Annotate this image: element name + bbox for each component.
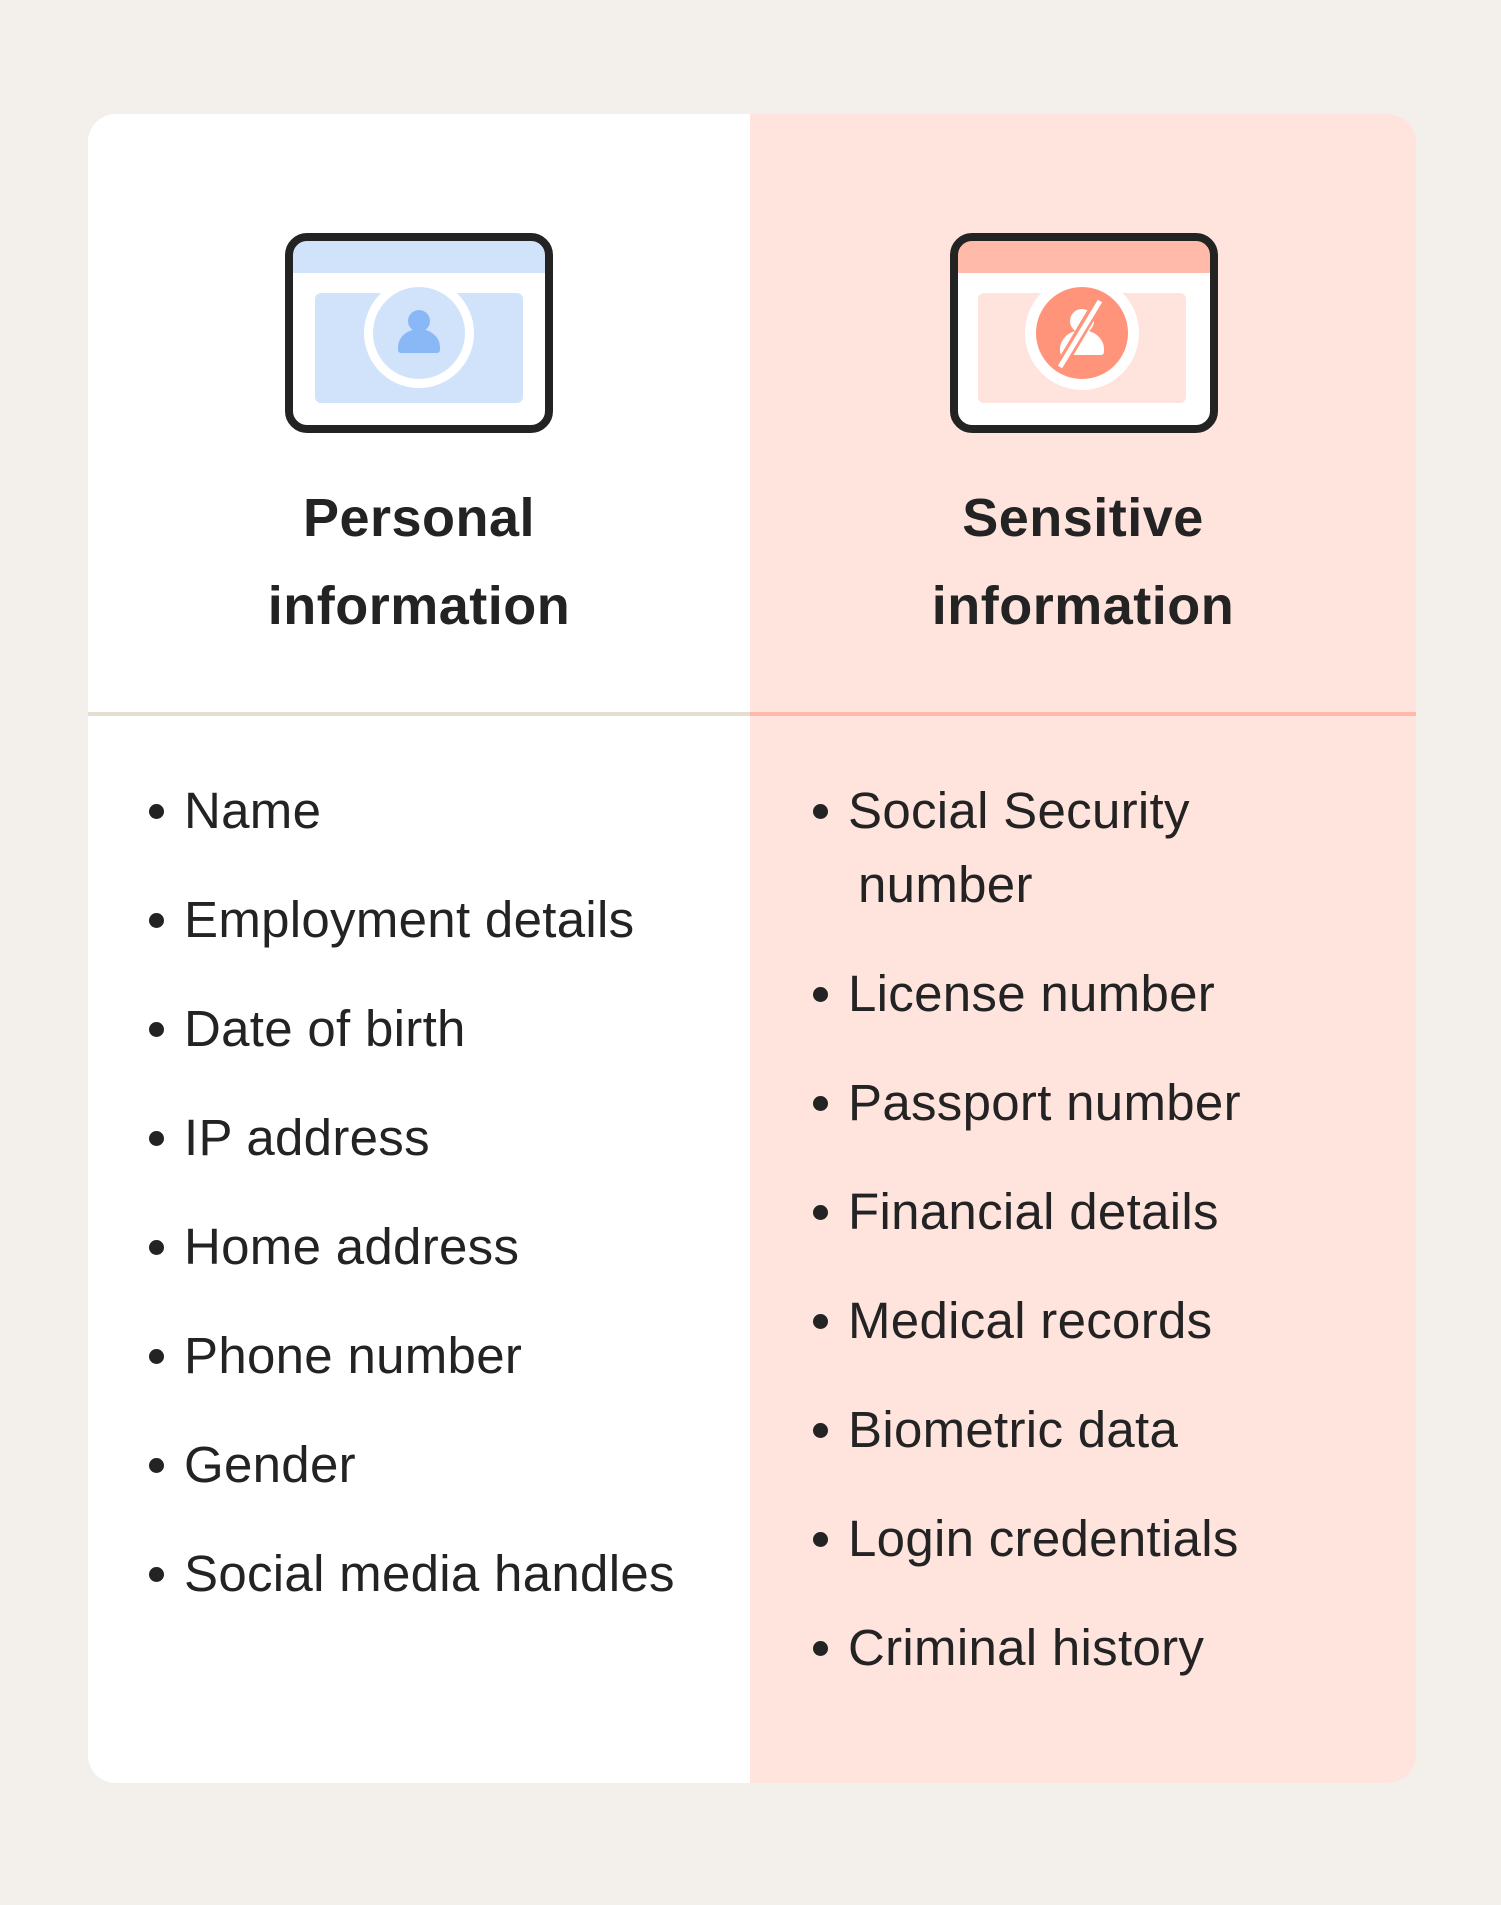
list-item: Biometric data bbox=[810, 1393, 1330, 1467]
heading-line-2: information bbox=[931, 576, 1235, 636]
heading-line-2: information bbox=[267, 576, 571, 636]
bullet-icon bbox=[149, 1240, 164, 1255]
personal-information-heading: Personal information bbox=[88, 474, 750, 650]
list-item: Criminal history bbox=[810, 1611, 1330, 1685]
list-item: Medical records bbox=[810, 1284, 1330, 1358]
bullet-icon bbox=[813, 1314, 828, 1329]
bullet-icon bbox=[813, 1423, 828, 1438]
list-item: Gender bbox=[146, 1428, 675, 1502]
list-item: Passport number bbox=[810, 1066, 1330, 1140]
bullet-icon bbox=[149, 1567, 164, 1582]
sensitive-information-heading: Sensitive information bbox=[750, 474, 1416, 650]
list-item: License number bbox=[810, 957, 1330, 1031]
bullet-icon bbox=[813, 987, 828, 1002]
list-item: Social Security number bbox=[810, 774, 1330, 922]
section-divider bbox=[88, 712, 750, 716]
heading-line-1: Sensitive bbox=[962, 488, 1204, 548]
list-item: Financial details bbox=[810, 1175, 1330, 1249]
list-item: IP address bbox=[146, 1101, 675, 1175]
user-id-card-icon bbox=[285, 233, 553, 433]
bullet-icon bbox=[149, 1458, 164, 1473]
bullet-icon bbox=[813, 1641, 828, 1656]
bullet-icon bbox=[813, 1205, 828, 1220]
list-item: Social media handles bbox=[146, 1537, 675, 1611]
bullet-icon bbox=[149, 1131, 164, 1146]
bullet-icon bbox=[149, 913, 164, 928]
list-item: Phone number bbox=[146, 1319, 675, 1393]
comparison-card: Personal information Name Employment det… bbox=[88, 114, 1416, 1783]
personal-information-list: Name Employment details Date of birth IP… bbox=[146, 774, 675, 1646]
sensitive-information-column: Sensitive information Social Security num… bbox=[750, 114, 1416, 1783]
list-item: Date of birth bbox=[146, 992, 675, 1066]
list-item: Name bbox=[146, 774, 675, 848]
heading-line-1: Personal bbox=[302, 488, 536, 548]
list-item: Employment details bbox=[146, 883, 675, 957]
bullet-icon bbox=[813, 804, 828, 819]
bullet-icon bbox=[149, 1349, 164, 1364]
bullet-icon bbox=[813, 1096, 828, 1111]
bullet-icon bbox=[149, 804, 164, 819]
bullet-icon bbox=[813, 1532, 828, 1547]
user-hidden-id-card-icon bbox=[950, 233, 1218, 433]
section-divider bbox=[750, 712, 1416, 716]
sensitive-information-list: Social Security number License number Pas… bbox=[810, 774, 1330, 1720]
bullet-icon bbox=[149, 1022, 164, 1037]
list-item: Login credentials bbox=[810, 1502, 1330, 1576]
personal-information-column: Personal information Name Employment det… bbox=[88, 114, 750, 1783]
list-item: Home address bbox=[146, 1210, 675, 1284]
